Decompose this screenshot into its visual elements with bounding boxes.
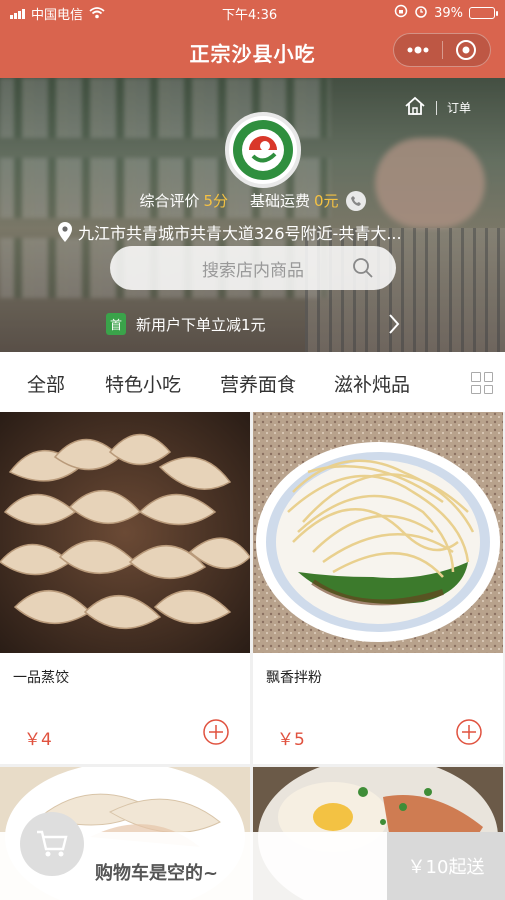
address-row: 九江市共青城市共青大道326号附近-共青大...	[58, 220, 458, 244]
cart-button[interactable]	[20, 812, 84, 876]
status-bar: 中国电信 下午4:36 39%	[0, 0, 505, 26]
search-input[interactable]: 搜索店内商品	[110, 246, 396, 290]
alarm-icon	[414, 4, 428, 22]
product-price: ￥4	[24, 730, 52, 750]
tab-specialty-snacks[interactable]: 特色小吃	[105, 370, 181, 397]
product-name: 一品蒸饺	[13, 670, 69, 686]
shop-address: 九江市共青城市共青大道326号附近-共青大...	[78, 224, 402, 243]
divider	[436, 100, 437, 115]
product-image-noodles[interactable]	[253, 412, 503, 653]
promo-tag: 首	[106, 313, 126, 335]
promo-banner[interactable]: 首 新用户下单立减1元	[106, 312, 406, 336]
product-price: ￥5	[277, 730, 305, 750]
delivery-label: 基础运费	[250, 192, 311, 210]
orders-link[interactable]: 订单	[447, 99, 471, 116]
home-icon[interactable]	[404, 96, 426, 119]
product-card[interactable]: 飘香拌粉 ￥5	[253, 412, 503, 764]
battery-icon	[469, 7, 498, 19]
product-image-dumplings[interactable]	[0, 412, 250, 653]
plus-circle-icon	[203, 719, 229, 745]
more-icon	[407, 46, 429, 54]
product-name: 飘香拌粉	[266, 670, 322, 686]
cart-empty-text: 购物车是空的~	[95, 863, 219, 884]
more-button[interactable]	[394, 34, 442, 66]
add-to-cart-button[interactable]	[455, 718, 483, 750]
wifi-icon	[89, 7, 105, 19]
add-to-cart-button[interactable]	[202, 718, 230, 750]
nav-bar: 正宗沙县小吃	[0, 26, 505, 78]
plus-circle-icon	[456, 719, 482, 745]
carrier-label: 中国电信	[31, 7, 84, 23]
top-bar: 中国电信 下午4:36 39% 正宗沙县小吃	[0, 0, 505, 78]
tab-stews[interactable]: 滋补炖品	[334, 370, 410, 397]
chevron-right-icon[interactable]	[388, 313, 400, 339]
rating-row: 综合评价 5分 基础运费 0元	[0, 190, 505, 211]
checkout-button[interactable]: ￥10起送	[387, 832, 505, 900]
shop-logo	[225, 112, 301, 188]
cart-bar: 购物车是空的~ ￥10起送	[0, 812, 505, 900]
search-placeholder: 搜索店内商品	[202, 260, 304, 281]
page-title: 正宗沙县小吃	[189, 41, 316, 66]
lock-rotation-icon	[394, 4, 408, 22]
category-tabs: 全部 特色小吃 营养面食 滋补炖品	[0, 352, 505, 412]
signal-icon	[10, 8, 25, 19]
home-orders-link: 订单	[404, 96, 471, 119]
close-target-icon	[456, 40, 477, 60]
location-pin-icon	[58, 222, 72, 242]
tab-noodles[interactable]: 营养面食	[220, 370, 296, 397]
status-time: 下午4:36	[221, 7, 278, 23]
rating-label: 综合评价	[139, 192, 200, 210]
delivery-value: 0元	[314, 192, 339, 210]
search-icon	[352, 257, 374, 284]
phone-icon[interactable]	[345, 190, 366, 211]
battery-percent: 39%	[434, 5, 463, 21]
rating-value: 5分	[203, 192, 228, 210]
promo-text: 新用户下单立减1元	[136, 315, 266, 334]
grid-view-icon[interactable]	[471, 372, 493, 394]
product-card[interactable]: 一品蒸饺 ￥4	[0, 412, 250, 764]
close-button[interactable]	[443, 34, 491, 66]
tab-all[interactable]: 全部	[27, 370, 65, 397]
shop-header: 订单 综合评价 5分 基础运费 0元 九江市共青城市共青大道326号附近-共青大…	[0, 78, 505, 352]
shopping-cart-icon	[37, 830, 68, 857]
mini-program-capsule	[393, 33, 491, 67]
